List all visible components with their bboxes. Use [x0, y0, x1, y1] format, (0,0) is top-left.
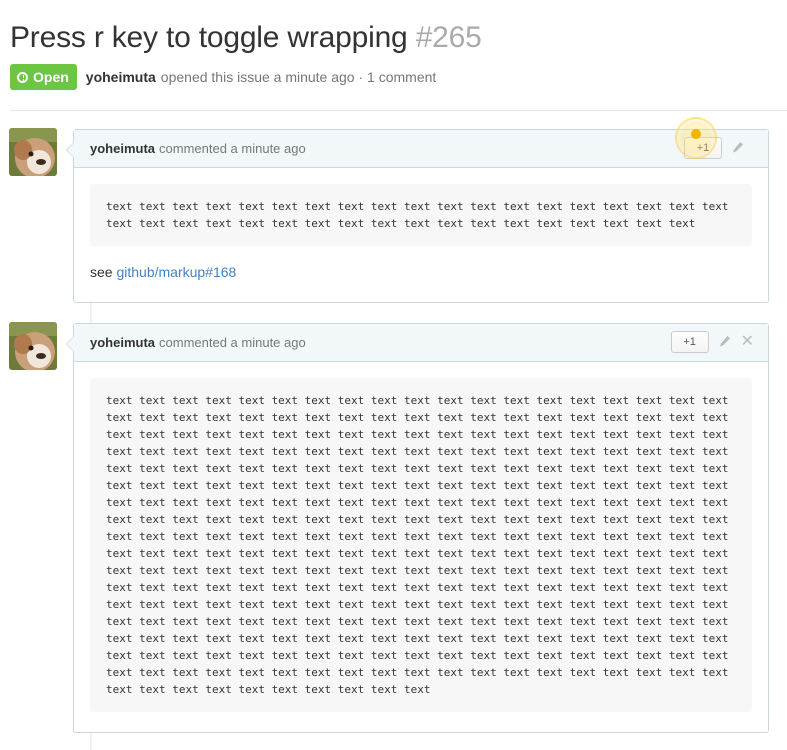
- comment-time: commented a minute ago: [159, 141, 306, 156]
- avatar[interactable]: [9, 128, 57, 176]
- issue-author-link[interactable]: yoheimuta: [86, 69, 156, 85]
- issue-meta-text: opened this issue a minute ago · 1 comme…: [160, 69, 437, 85]
- issue-reference-link[interactable]: github/markup#168: [116, 264, 236, 280]
- bulldog-avatar-icon: [9, 322, 57, 370]
- alert-circle-icon: [17, 71, 28, 83]
- avatar[interactable]: [9, 322, 57, 370]
- comment-time: commented a minute ago: [159, 335, 306, 350]
- comment-2: yoheimuta commented a minute ago +1 ✕ te…: [66, 323, 769, 733]
- status-badge: Open: [10, 64, 77, 90]
- code-block: text text text text text text text text …: [90, 378, 752, 712]
- issue-title-text: Press r key to toggle wrapping: [10, 21, 408, 54]
- bulldog-avatar-icon: [9, 128, 57, 176]
- issue-meta: Open yoheimuta opened this issue a minut…: [10, 64, 436, 90]
- status-label: Open: [33, 69, 69, 85]
- plus-one-button[interactable]: +1: [670, 331, 709, 353]
- issue-title: Press r key to toggle wrapping #265: [10, 18, 777, 58]
- issue-header: Press r key to toggle wrapping #265: [10, 18, 777, 58]
- comment-body: text text text text text text text text …: [74, 362, 768, 728]
- issue-number: #265: [415, 21, 482, 54]
- code-block: text text text text text text text text …: [90, 184, 752, 246]
- close-icon[interactable]: ✕: [741, 334, 754, 350]
- comment-header: yoheimuta commented a minute ago +1: [74, 130, 768, 168]
- comment-text: see github/markup#168: [90, 264, 752, 280]
- comment-header: yoheimuta commented a minute ago +1 ✕: [74, 324, 768, 362]
- comment-actions: +1 ✕: [670, 331, 754, 353]
- comment-author[interactable]: yoheimuta: [90, 141, 155, 156]
- comment-author[interactable]: yoheimuta: [90, 335, 155, 350]
- see-prefix: see: [90, 264, 113, 280]
- pencil-icon[interactable]: [719, 335, 731, 349]
- comment-1: yoheimuta commented a minute ago +1 text…: [66, 129, 769, 303]
- pencil-icon[interactable]: [732, 141, 744, 155]
- header-divider: [10, 110, 787, 111]
- cursor-highlight: [675, 117, 717, 159]
- comment-body: text text text text text text text text …: [74, 168, 768, 296]
